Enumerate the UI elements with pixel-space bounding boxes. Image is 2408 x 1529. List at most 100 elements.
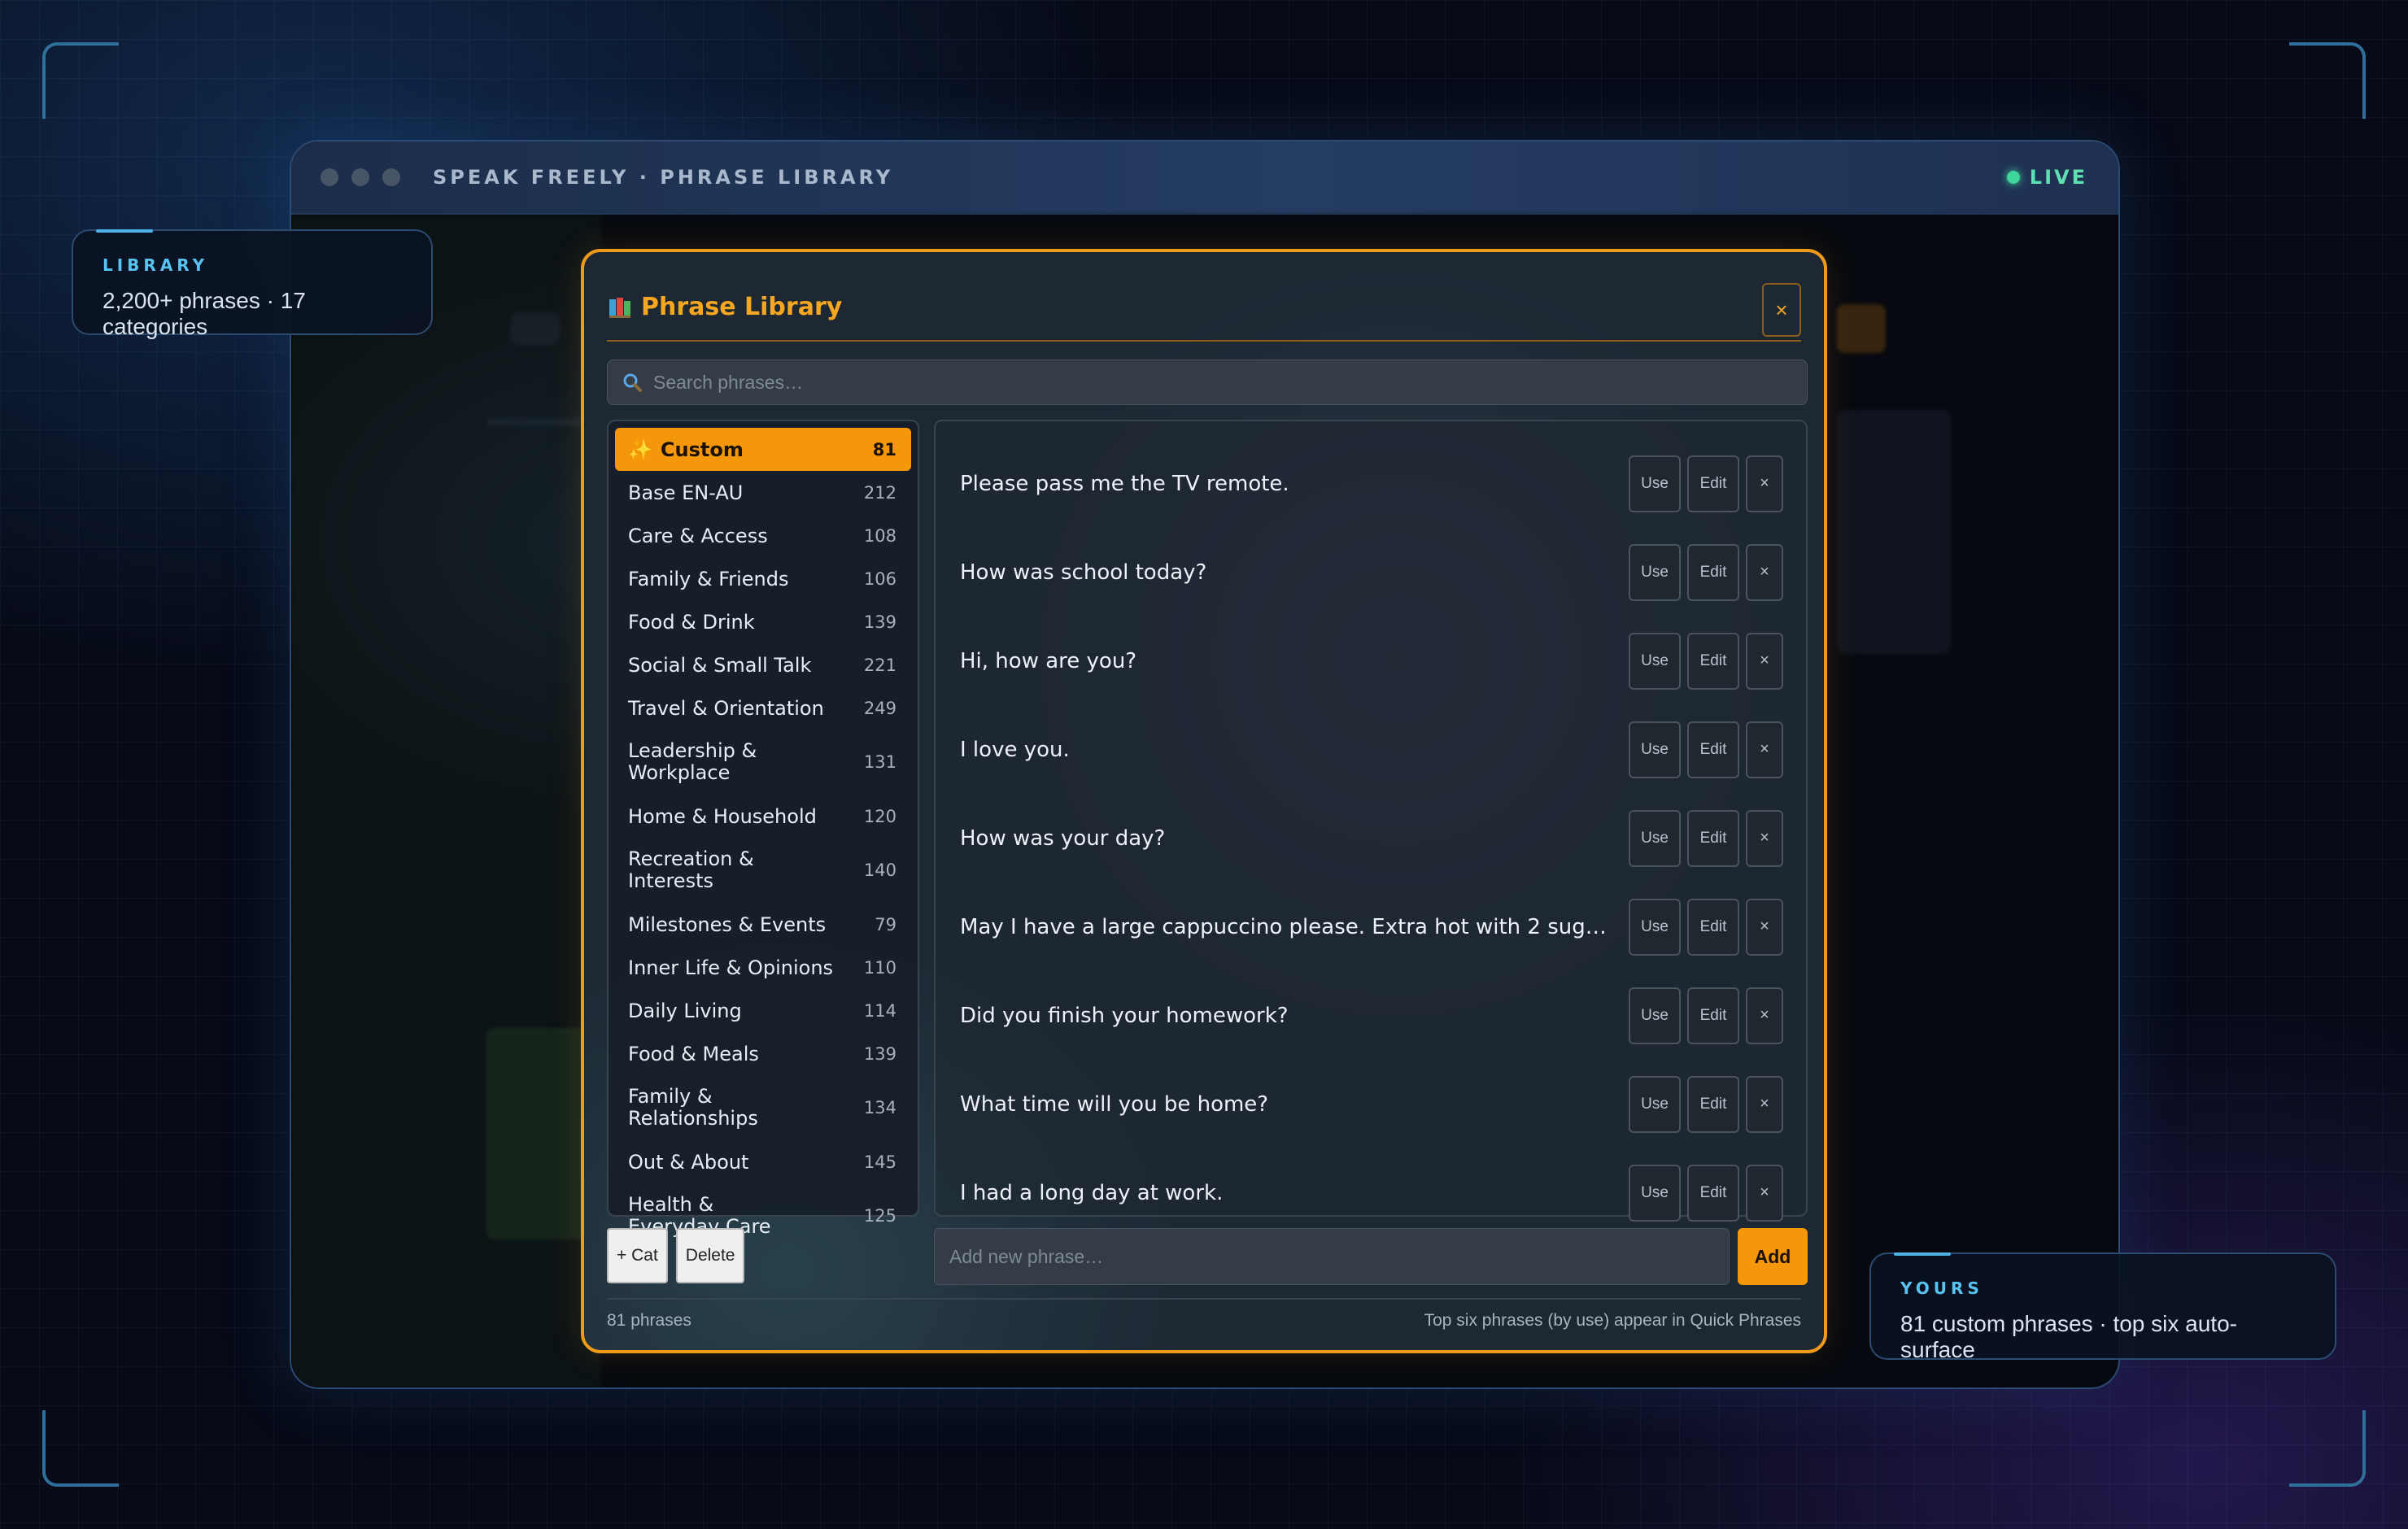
delete-phrase-button[interactable]: × [1746, 632, 1783, 690]
use-phrase-button[interactable]: Use [1629, 543, 1681, 601]
delete-category-button[interactable]: Delete [675, 1228, 745, 1283]
edit-phrase-button[interactable]: Edit [1687, 721, 1739, 778]
category-item[interactable]: Recreation & Interests 140 [615, 838, 911, 903]
edit-phrase-button[interactable]: Edit [1687, 809, 1739, 867]
category-count: 139 [863, 612, 896, 632]
category-item[interactable]: Base EN-AU 212 [615, 471, 911, 514]
category-item[interactable]: Family & Friends 106 [615, 557, 911, 600]
category-count: 145 [863, 1152, 896, 1172]
edit-phrase-button[interactable]: Edit [1687, 898, 1739, 956]
phrase-row[interactable]: I had a long day at work. Use Edit × [960, 1148, 1783, 1237]
category-count: 79 [875, 914, 896, 934]
category-count: 134 [863, 1097, 896, 1117]
use-phrase-button[interactable]: Use [1629, 809, 1681, 867]
category-item[interactable]: Family & Relationships 134 [615, 1075, 911, 1140]
delete-phrase-button[interactable]: × [1746, 987, 1783, 1044]
category-count: 120 [863, 806, 896, 826]
corner-bracket [42, 42, 119, 119]
phrase-row[interactable]: Please pass me the TV remote. Use Edit × [960, 439, 1783, 528]
category-label-wrap: Family & Relationships [628, 1086, 807, 1130]
category-item[interactable]: Milestones & Events 79 [615, 903, 911, 946]
use-phrase-button[interactable]: Use [1629, 1164, 1681, 1222]
books-icon [607, 294, 633, 320]
phrase-text: What time will you be home? [960, 1091, 1269, 1117]
category-count: 110 [863, 957, 896, 978]
phrase-row[interactable]: What time will you be home? Use Edit × [960, 1060, 1783, 1148]
delete-phrase-button[interactable]: × [1746, 721, 1783, 778]
category-item[interactable]: Daily Living 114 [615, 989, 911, 1032]
delete-phrase-button[interactable]: × [1746, 455, 1783, 512]
edit-phrase-button[interactable]: Edit [1687, 455, 1739, 512]
phrase-row[interactable]: How was school today? Use Edit × [960, 528, 1783, 616]
card-body: 2,200+ phrases · 17 categories [103, 288, 306, 339]
category-item[interactable]: Leadership & Workplace 131 [615, 730, 911, 795]
category-label: Base EN-AU [628, 481, 744, 504]
category-item[interactable]: Home & Household 120 [615, 795, 911, 838]
delete-phrase-button[interactable]: × [1746, 809, 1783, 867]
use-phrase-button[interactable]: Use [1629, 987, 1681, 1044]
phrase-actions: Use Edit × [1629, 898, 1783, 956]
live-indicator-icon [2006, 171, 2020, 184]
category-label-wrap: Milestones & Events [628, 913, 826, 936]
new-phrase-input[interactable] [934, 1228, 1730, 1285]
search-icon [622, 372, 642, 392]
edit-phrase-button[interactable]: Edit [1687, 632, 1739, 690]
category-label: Milestones & Events [628, 913, 827, 936]
category-item[interactable]: Care & Access 108 [615, 514, 911, 557]
use-phrase-button[interactable]: Use [1629, 898, 1681, 956]
category-label: Food & Drink [628, 610, 755, 634]
category-item[interactable]: Food & Drink 139 [615, 600, 911, 643]
phrase-row[interactable]: How was your day? Use Edit × [960, 794, 1783, 882]
use-phrase-button[interactable]: Use [1629, 455, 1681, 512]
delete-phrase-button[interactable]: × [1746, 1075, 1783, 1133]
card-accent-line [96, 229, 153, 233]
category-label-wrap: Food & Meals [628, 1043, 759, 1065]
edit-phrase-button[interactable]: Edit [1687, 1164, 1739, 1222]
quick-phrases-note: Top six phrases (by use) appear in Quick… [1424, 1311, 1801, 1330]
minimize-window-dot[interactable] [351, 168, 369, 186]
use-phrase-button[interactable]: Use [1629, 1075, 1681, 1133]
phrase-row[interactable]: Hi, how are you? Use Edit × [960, 616, 1783, 705]
phrase-row[interactable]: I love you. Use Edit × [960, 705, 1783, 794]
phrase-actions: Use Edit × [1629, 1164, 1783, 1222]
use-phrase-button[interactable]: Use [1629, 632, 1681, 690]
modal-title: Phrase Library [607, 293, 842, 321]
category-item[interactable]: Out & About 145 [615, 1140, 911, 1183]
category-count: 125 [863, 1205, 896, 1226]
phrase-text: I love you. [960, 737, 1070, 762]
edit-phrase-button[interactable]: Edit [1687, 543, 1739, 601]
edit-phrase-button[interactable]: Edit [1687, 1075, 1739, 1133]
category-item[interactable]: Inner Life & Opinions 110 [615, 946, 911, 989]
category-count: 106 [863, 568, 896, 589]
category-label: Out & About [628, 1150, 749, 1174]
corner-bracket [2289, 1410, 2366, 1487]
phrase-actions: Use Edit × [1629, 721, 1783, 778]
delete-phrase-button[interactable]: × [1746, 543, 1783, 601]
phrase-row[interactable]: May I have a large cappuccino please. Ex… [960, 882, 1783, 971]
edit-phrase-button[interactable]: Edit [1687, 987, 1739, 1044]
phrase-text: May I have a large cappuccino please. Ex… [960, 914, 1619, 939]
modal-title-text: Phrase Library [641, 293, 843, 321]
close-modal-button[interactable]: × [1762, 283, 1801, 337]
library-info-card: LIBRARY 2,200+ phrases · 17 categories [72, 229, 433, 339]
title-bar: SPEAK FREELY · PHRASE LIBRARY LIVE [291, 142, 2118, 215]
category-label: Travel & Orientation [628, 696, 824, 720]
category-label: Social & Small Talk [628, 653, 812, 677]
category-item[interactable]: Travel & Orientation 249 [615, 686, 911, 730]
use-phrase-button[interactable]: Use [1629, 721, 1681, 778]
category-item[interactable]: Social & Small Talk 221 [615, 643, 911, 686]
delete-phrase-button[interactable]: × [1746, 898, 1783, 956]
category-item[interactable]: ✨ Custom 81 [615, 428, 911, 471]
search-bar [607, 359, 1808, 405]
add-phrase-button[interactable]: Add [1738, 1228, 1808, 1285]
close-window-dot[interactable] [321, 168, 338, 186]
phrase-actions: Use Edit × [1629, 632, 1783, 690]
category-item[interactable]: Food & Meals 139 [615, 1032, 911, 1075]
search-input[interactable] [652, 370, 1807, 394]
category-count: 114 [863, 1000, 896, 1021]
phrase-row[interactable]: Did you finish your homework? Use Edit × [960, 971, 1783, 1060]
live-status: LIVE [2006, 142, 2087, 213]
maximize-window-dot[interactable] [382, 168, 400, 186]
delete-phrase-button[interactable]: × [1746, 1164, 1783, 1222]
add-category-button[interactable]: + Cat [607, 1228, 668, 1283]
